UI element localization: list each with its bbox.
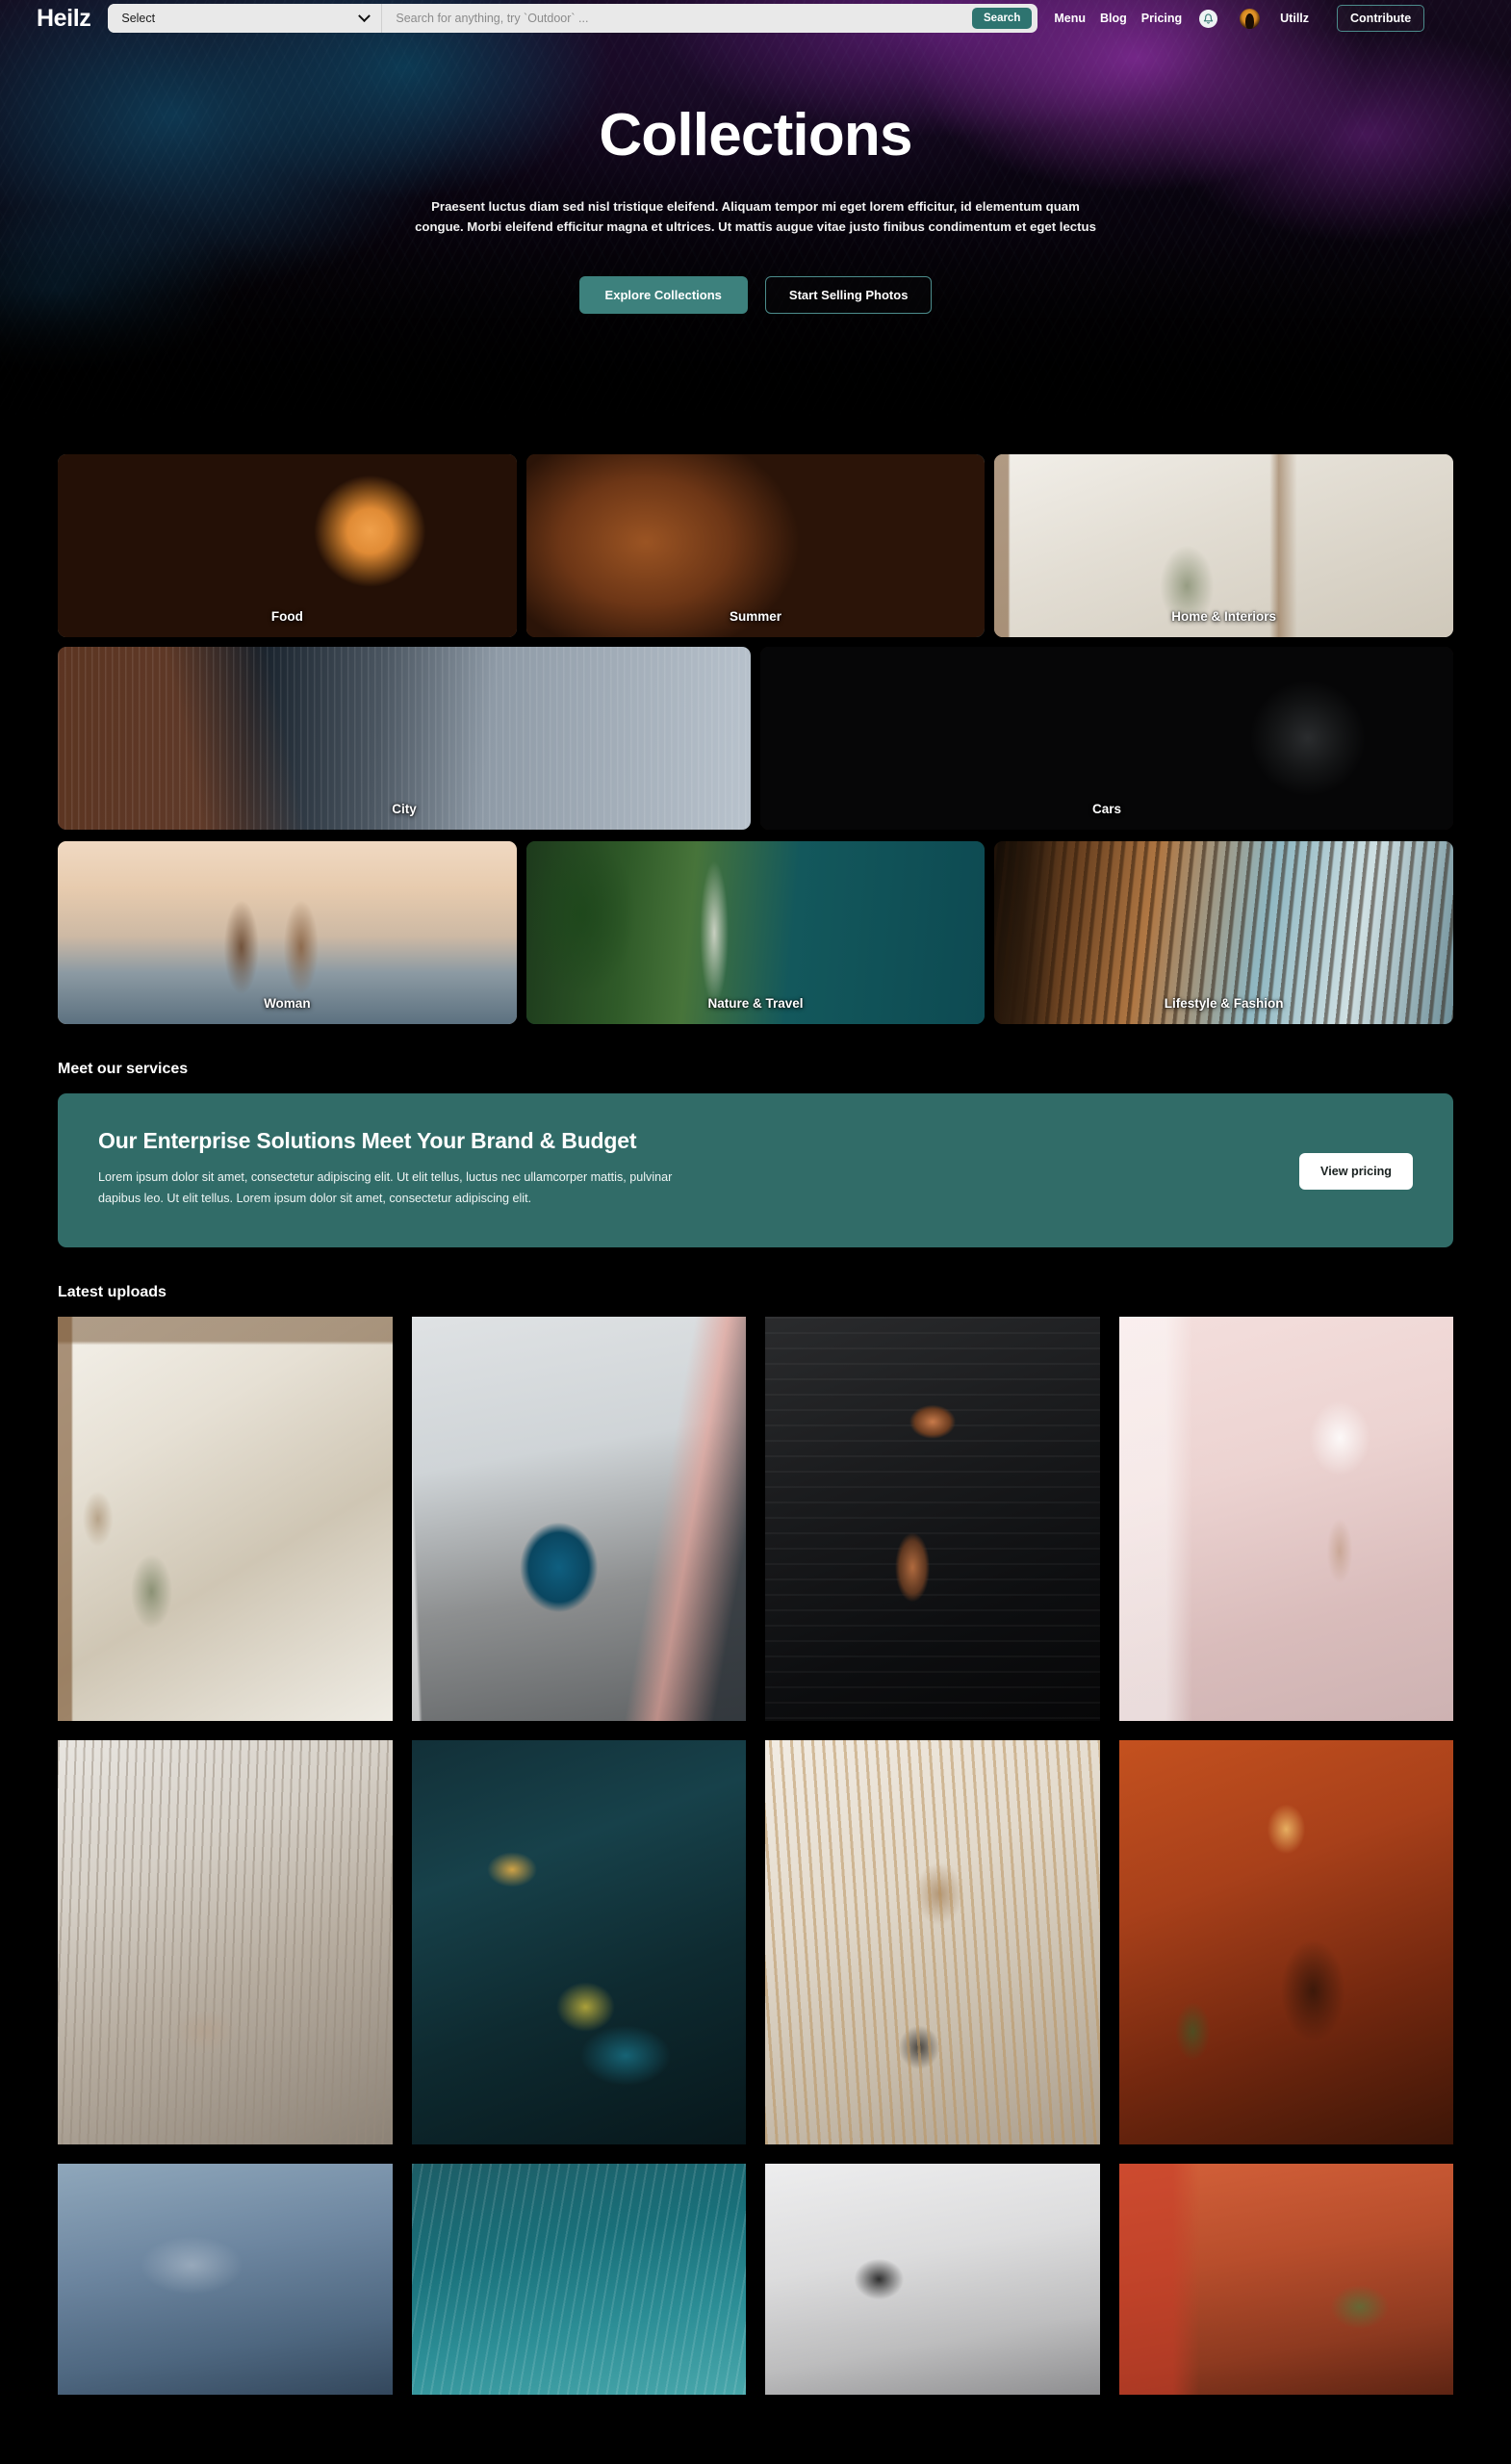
search-bar: Select Search [108,4,1038,33]
chevron-down-icon [358,9,371,22]
category-select[interactable]: Select [108,4,383,33]
collection-card-home-interiors[interactable]: Home & Interiors [994,454,1453,637]
collection-thumbnail [525,841,986,1024]
collection-card-woman[interactable]: Woman [58,841,517,1024]
latest-uploads-heading: Latest uploads [58,1284,166,1301]
hero-button-group: Explore Collections Start Selling Photos [0,275,1511,314]
view-pricing-button[interactable]: View pricing [1299,1153,1413,1190]
collection-card-cars[interactable]: Cars [760,647,1453,830]
collections-row-2: City Cars [58,647,1453,830]
page-title: Collections [599,102,912,168]
upload-thumbnail[interactable] [1118,1317,1453,1722]
nav-links: Menu Blog Pricing Utillz Contribute [1054,5,1425,32]
promo-title: Our Enterprise Solutions Meet Your Brand… [98,1128,637,1153]
upload-thumbnail[interactable] [411,2164,746,2396]
start-selling-photos-button[interactable]: Start Selling Photos [764,275,933,314]
collections-row-3: Woman Nature & Travel Lifestyle & Fashio… [58,841,1453,1024]
upload-thumbnail[interactable] [765,1317,1100,1722]
latest-uploads-grid [58,1317,1453,2396]
upload-thumbnail[interactable] [58,1317,393,1722]
hero-content: Collections Praesent luctus diam sed nis… [0,37,1511,314]
collection-thumbnail [525,454,986,637]
collection-card-lifestyle-fashion[interactable]: Lifestyle & Fashion [994,841,1453,1024]
upload-thumbnail[interactable] [1118,1740,1453,2145]
collection-thumbnail [58,841,517,1024]
collection-thumbnail [58,647,751,830]
services-heading: Meet our services [58,1061,189,1077]
nav-link-menu[interactable]: Menu [1054,12,1086,25]
upload-thumbnail[interactable] [411,1317,746,1722]
nav-link-blog[interactable]: Blog [1100,12,1127,25]
contribute-button[interactable]: Contribute [1337,5,1425,32]
main-content: Food Summer Home & Interiors City Cars W… [58,454,1453,2396]
upload-thumbnail[interactable] [58,2164,393,2396]
hero-section: Heilz Select Search Menu Blog Pricing Ut… [0,0,1511,443]
search-input[interactable] [382,4,972,33]
category-select-value: Select [121,12,156,25]
upload-thumbnail[interactable] [58,1740,393,2145]
username-label[interactable]: Utillz [1280,12,1309,25]
brand-logo[interactable]: Heilz [37,5,91,33]
upload-thumbnail[interactable] [765,1740,1100,2145]
notification-bell-icon[interactable] [1199,9,1218,28]
collection-card-summer[interactable]: Summer [525,454,986,637]
upload-thumbnail[interactable] [765,2164,1100,2396]
user-avatar[interactable] [1240,8,1261,29]
collection-thumbnail [58,454,517,637]
search-button[interactable]: Search [972,8,1033,29]
promo-body: Lorem ipsum dolor sit amet, consectetur … [98,1170,673,1205]
top-navigation-bar: Heilz Select Search Menu Blog Pricing Ut… [0,0,1511,37]
collection-card-nature-travel[interactable]: Nature & Travel [525,841,986,1024]
collection-thumbnail [994,454,1453,637]
collection-thumbnail [760,647,1453,830]
upload-thumbnail[interactable] [411,1740,746,2145]
hero-subtitle: Praesent luctus diam sed nisl tristique … [415,199,1096,235]
nav-link-pricing[interactable]: Pricing [1141,12,1182,25]
explore-collections-button[interactable]: Explore Collections [578,275,748,314]
collection-thumbnail [994,841,1453,1024]
collection-card-city[interactable]: City [58,647,751,830]
upload-thumbnail[interactable] [1118,2164,1453,2396]
enterprise-promo-banner: Our Enterprise Solutions Meet Your Brand… [58,1093,1453,1248]
promo-text-block: Our Enterprise Solutions Meet Your Brand… [98,1128,695,1209]
collections-row-1: Food Summer Home & Interiors [58,454,1453,637]
collection-card-food[interactable]: Food [58,454,517,637]
